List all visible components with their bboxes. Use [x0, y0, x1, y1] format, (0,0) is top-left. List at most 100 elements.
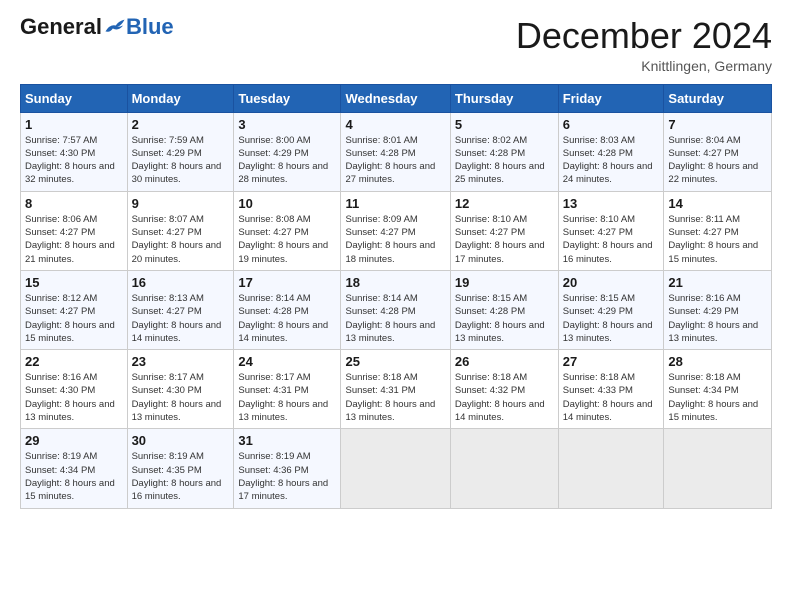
day-number: 9: [132, 196, 230, 211]
day-number: 18: [345, 275, 445, 290]
calendar-cell: 6Sunrise: 8:03 AMSunset: 4:28 PMDaylight…: [558, 112, 664, 191]
day-number: 13: [563, 196, 660, 211]
calendar-cell: 20 Sunrise: 8:15 AMSunset: 4:29 PMDayligh…: [558, 270, 664, 349]
calendar-cell: 2 Sunrise: 7:59 AMSunset: 4:29 PMDaylight…: [127, 112, 234, 191]
day-info: Sunrise: 8:04 AMSunset: 4:27 PMDaylight:…: [668, 134, 767, 187]
month-title: December 2024: [516, 16, 772, 56]
day-number: 22: [25, 354, 123, 369]
calendar-table: Sunday Monday Tuesday Wednesday Thursday…: [20, 84, 772, 509]
calendar-cell: 15 Sunrise: 8:12 AMSunset: 4:27 PMDayligh…: [21, 270, 128, 349]
day-number: 14: [668, 196, 767, 211]
day-info: Sunrise: 7:57 AMSunset: 4:30 PMDaylight:…: [25, 134, 123, 187]
day-number: 11: [345, 196, 445, 211]
day-number: 16: [132, 275, 230, 290]
header-monday: Monday: [127, 84, 234, 112]
day-number: 4: [345, 117, 445, 132]
calendar-week-row: 15 Sunrise: 8:12 AMSunset: 4:27 PMDayligh…: [21, 270, 772, 349]
logo-blue-text: Blue: [126, 16, 174, 38]
day-info: Sunrise: 8:19 AMSunset: 4:35 PMDaylight:…: [132, 450, 230, 503]
day-info: Sunrise: 8:01 AMSunset: 4:28 PMDaylight:…: [345, 134, 445, 187]
calendar-cell: 8 Sunrise: 8:06 AMSunset: 4:27 PMDaylight…: [21, 191, 128, 270]
day-number: 23: [132, 354, 230, 369]
calendar-cell: 1Sunrise: 7:57 AMSunset: 4:30 PMDaylight…: [21, 112, 128, 191]
day-info: Sunrise: 8:00 AMSunset: 4:29 PMDaylight:…: [238, 134, 336, 187]
day-info: Sunrise: 7:59 AMSunset: 4:29 PMDaylight:…: [132, 134, 230, 187]
day-info: Sunrise: 8:16 AMSunset: 4:30 PMDaylight:…: [25, 371, 123, 424]
calendar-cell: [664, 429, 772, 508]
header-sunday: Sunday: [21, 84, 128, 112]
day-info: Sunrise: 8:12 AMSunset: 4:27 PMDaylight:…: [25, 292, 123, 345]
day-number: 12: [455, 196, 554, 211]
header-tuesday: Tuesday: [234, 84, 341, 112]
calendar-cell: 11 Sunrise: 8:09 AMSunset: 4:27 PMDayligh…: [341, 191, 450, 270]
calendar-week-row: 1Sunrise: 7:57 AMSunset: 4:30 PMDaylight…: [21, 112, 772, 191]
day-number: 26: [455, 354, 554, 369]
logo-general-text: General: [20, 16, 102, 38]
calendar-cell: 31 Sunrise: 8:19 AMSunset: 4:36 PMDayligh…: [234, 429, 341, 508]
day-number: 20: [563, 275, 660, 290]
day-number: 5: [455, 117, 554, 132]
calendar-header-row: Sunday Monday Tuesday Wednesday Thursday…: [21, 84, 772, 112]
calendar-cell: 4 Sunrise: 8:01 AMSunset: 4:28 PMDaylight…: [341, 112, 450, 191]
day-info: Sunrise: 8:13 AMSunset: 4:27 PMDaylight:…: [132, 292, 230, 345]
calendar-cell: 27 Sunrise: 8:18 AMSunset: 4:33 PMDayligh…: [558, 350, 664, 429]
day-number: 6: [563, 117, 660, 132]
day-number: 19: [455, 275, 554, 290]
calendar-cell: 3 Sunrise: 8:00 AMSunset: 4:29 PMDaylight…: [234, 112, 341, 191]
day-number: 30: [132, 433, 230, 448]
day-info: Sunrise: 8:18 AMSunset: 4:33 PMDaylight:…: [563, 371, 660, 424]
day-info: Sunrise: 8:15 AMSunset: 4:29 PMDaylight:…: [563, 292, 660, 345]
day-info: Sunrise: 8:16 AMSunset: 4:29 PMDaylight:…: [668, 292, 767, 345]
calendar-cell: 19 Sunrise: 8:15 AMSunset: 4:28 PMDayligh…: [450, 270, 558, 349]
title-block: December 2024 Knittlingen, Germany: [516, 16, 772, 74]
day-info: Sunrise: 8:18 AMSunset: 4:31 PMDaylight:…: [345, 371, 445, 424]
day-info: Sunrise: 8:17 AMSunset: 4:31 PMDaylight:…: [238, 371, 336, 424]
calendar-week-row: 22 Sunrise: 8:16 AMSunset: 4:30 PMDayligh…: [21, 350, 772, 429]
calendar-cell: 9 Sunrise: 8:07 AMSunset: 4:27 PMDaylight…: [127, 191, 234, 270]
day-info: Sunrise: 8:10 AMSunset: 4:27 PMDaylight:…: [455, 213, 554, 266]
day-info: Sunrise: 8:14 AMSunset: 4:28 PMDaylight:…: [238, 292, 336, 345]
day-info: Sunrise: 8:10 AMSunset: 4:27 PMDaylight:…: [563, 213, 660, 266]
day-number: 7: [668, 117, 767, 132]
calendar-cell: 24 Sunrise: 8:17 AMSunset: 4:31 PMDayligh…: [234, 350, 341, 429]
day-info: Sunrise: 8:07 AMSunset: 4:27 PMDaylight:…: [132, 213, 230, 266]
day-info: Sunrise: 8:18 AMSunset: 4:34 PMDaylight:…: [668, 371, 767, 424]
day-number: 24: [238, 354, 336, 369]
day-info: Sunrise: 8:09 AMSunset: 4:27 PMDaylight:…: [345, 213, 445, 266]
logo: General Blue: [20, 16, 174, 38]
calendar-cell: 16 Sunrise: 8:13 AMSunset: 4:27 PMDayligh…: [127, 270, 234, 349]
calendar-cell: [450, 429, 558, 508]
day-number: 2: [132, 117, 230, 132]
day-number: 17: [238, 275, 336, 290]
location-label: Knittlingen, Germany: [516, 58, 772, 74]
calendar-cell: [341, 429, 450, 508]
day-info: Sunrise: 8:02 AMSunset: 4:28 PMDaylight:…: [455, 134, 554, 187]
day-info: Sunrise: 8:17 AMSunset: 4:30 PMDaylight:…: [132, 371, 230, 424]
calendar-cell: 17 Sunrise: 8:14 AMSunset: 4:28 PMDayligh…: [234, 270, 341, 349]
day-number: 28: [668, 354, 767, 369]
day-number: 8: [25, 196, 123, 211]
day-info: Sunrise: 8:18 AMSunset: 4:32 PMDaylight:…: [455, 371, 554, 424]
calendar-cell: 29Sunrise: 8:19 AMSunset: 4:34 PMDayligh…: [21, 429, 128, 508]
day-number: 15: [25, 275, 123, 290]
day-number: 27: [563, 354, 660, 369]
day-number: 31: [238, 433, 336, 448]
day-info: Sunrise: 8:15 AMSunset: 4:28 PMDaylight:…: [455, 292, 554, 345]
header-wednesday: Wednesday: [341, 84, 450, 112]
calendar-cell: 21Sunrise: 8:16 AMSunset: 4:29 PMDayligh…: [664, 270, 772, 349]
calendar-cell: [558, 429, 664, 508]
day-info: Sunrise: 8:08 AMSunset: 4:27 PMDaylight:…: [238, 213, 336, 266]
calendar-cell: 18 Sunrise: 8:14 AMSunset: 4:28 PMDayligh…: [341, 270, 450, 349]
calendar-cell: 28 Sunrise: 8:18 AMSunset: 4:34 PMDayligh…: [664, 350, 772, 429]
calendar-week-row: 29Sunrise: 8:19 AMSunset: 4:34 PMDayligh…: [21, 429, 772, 508]
day-number: 3: [238, 117, 336, 132]
header-saturday: Saturday: [664, 84, 772, 112]
day-info: Sunrise: 8:06 AMSunset: 4:27 PMDaylight:…: [25, 213, 123, 266]
calendar-cell: 10Sunrise: 8:08 AMSunset: 4:27 PMDayligh…: [234, 191, 341, 270]
day-number: 25: [345, 354, 445, 369]
calendar-cell: 22 Sunrise: 8:16 AMSunset: 4:30 PMDayligh…: [21, 350, 128, 429]
calendar-cell: 25 Sunrise: 8:18 AMSunset: 4:31 PMDayligh…: [341, 350, 450, 429]
day-info: Sunrise: 8:14 AMSunset: 4:28 PMDaylight:…: [345, 292, 445, 345]
page-header: General Blue December 2024 Knittlingen, …: [20, 16, 772, 74]
day-info: Sunrise: 8:19 AMSunset: 4:36 PMDaylight:…: [238, 450, 336, 503]
